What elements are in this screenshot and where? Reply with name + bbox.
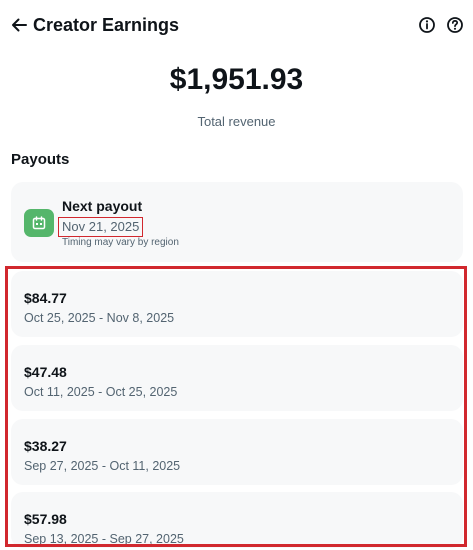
- total-revenue-amount: $1,951.93: [169, 63, 304, 96]
- payout-list-highlight: [5, 266, 467, 547]
- page-title: Creator Earnings: [33, 15, 180, 35]
- help-button[interactable]: [446, 16, 464, 34]
- arrow-left-icon: [12, 18, 27, 32]
- header: Creator Earnings: [0, 0, 473, 52]
- info-button[interactable]: [418, 16, 436, 34]
- total-revenue-label: Total revenue: [197, 114, 276, 129]
- next-payout-note: Timing may vary by region: [62, 237, 179, 248]
- back-button[interactable]: [10, 15, 28, 35]
- help-icon: [447, 17, 463, 33]
- next-payout-title: Next payout: [62, 198, 143, 214]
- info-icon: [419, 17, 435, 33]
- next-payout-card[interactable]: Next payout Nov 21, 2025 Timing may vary…: [11, 182, 463, 262]
- payouts-section-title: Payouts: [11, 151, 70, 168]
- next-payout-date: Nov 21, 2025: [58, 217, 144, 237]
- calendar-icon: [24, 209, 54, 237]
